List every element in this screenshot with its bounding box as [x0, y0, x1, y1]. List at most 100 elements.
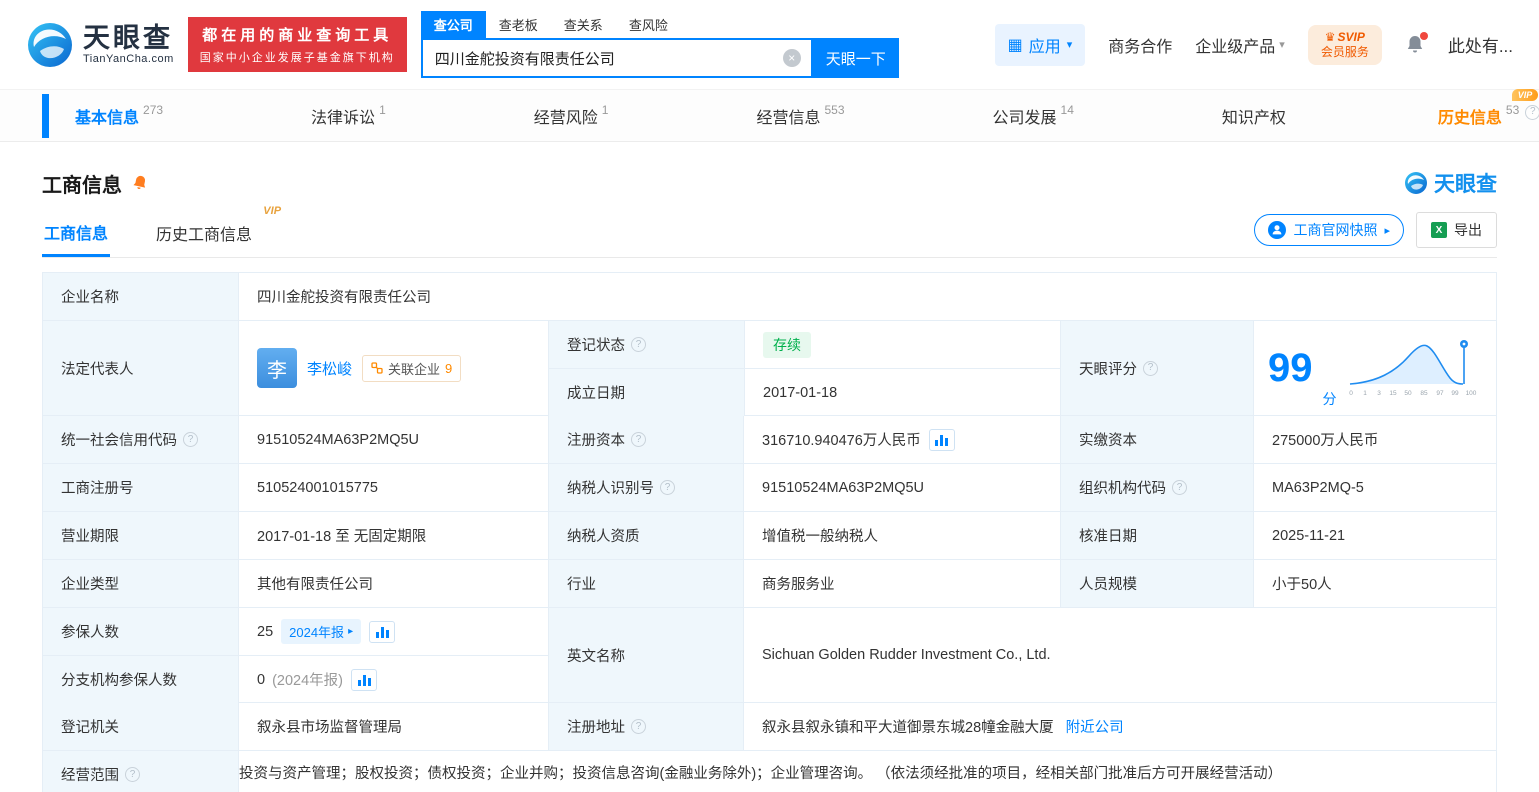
business-coop-link[interactable]: 商务合作: [1108, 33, 1172, 57]
section-brand-name: 天眼查: [1434, 173, 1497, 196]
enterprise-products-link[interactable]: 企业级产品 ▾: [1195, 33, 1285, 57]
help-icon[interactable]: ?: [125, 767, 140, 782]
subtab-history-business-info[interactable]: 历史工商信息 VIP: [154, 205, 281, 257]
svg-text:99: 99: [1451, 390, 1459, 397]
help-icon[interactable]: ?: [631, 719, 646, 734]
field-label-text: 天眼评分: [1079, 361, 1137, 378]
legal-rep-link[interactable]: 李松峻: [307, 358, 352, 379]
branch-insured-chart-icon[interactable]: [351, 668, 377, 691]
field-label: 分支机构参保人数: [43, 656, 238, 703]
tab-count: 553: [824, 102, 845, 117]
search-tab-relation[interactable]: 查关系: [551, 11, 616, 38]
field-label: 营业期限: [43, 512, 238, 559]
score-value: 99: [1268, 346, 1313, 390]
caret-down-icon: ▾: [1279, 39, 1285, 51]
field-label: 工商注册号: [43, 464, 238, 511]
legal-rep-avatar[interactable]: 李: [257, 348, 297, 388]
help-icon[interactable]: ?: [631, 337, 646, 352]
help-icon[interactable]: ?: [1525, 104, 1539, 120]
tab-basic-info[interactable]: 基本信息 273: [75, 102, 164, 128]
field-label-text: 经营范围: [61, 768, 119, 784]
apps-label: 应用: [1028, 38, 1061, 56]
taxpayer-id-value: 91510524MA63P2MQ5U: [743, 464, 1060, 511]
svip-membership-button[interactable]: ♛ SVIP 会员服务: [1307, 24, 1382, 65]
field-label: 参保人数: [43, 608, 238, 655]
promo-line2: 国家中小企业发展子基金旗下机构: [199, 52, 395, 64]
tab-company-development[interactable]: 公司发展 14: [993, 102, 1074, 128]
credit-code-value: 91510524MA63P2MQ5U: [238, 416, 548, 463]
tianyan-score-cell[interactable]: 99 分 0 1 3 15 50 85 97 99 100: [1253, 321, 1496, 415]
annual-report-badge[interactable]: 2024年报 ▸: [281, 619, 362, 644]
search-tab-boss[interactable]: 查老板: [486, 11, 551, 38]
help-icon[interactable]: ?: [631, 432, 646, 447]
insured-chart-icon[interactable]: [369, 620, 396, 643]
capital-chart-icon[interactable]: [928, 428, 955, 451]
export-button[interactable]: X 导出: [1416, 212, 1497, 248]
taxpayer-quality-value: 增值税一般纳税人: [743, 512, 1060, 559]
field-label: 法定代表人: [43, 321, 238, 415]
alarm-bell-icon: [133, 175, 146, 190]
vip-badge: VIP: [1511, 88, 1539, 101]
legal-rep-cell: 李 李松峻 关联企业 9: [238, 321, 548, 415]
search-box: ×: [420, 38, 813, 78]
logo-text: 天眼查 TianYanCha.com: [83, 23, 174, 66]
svg-text:85: 85: [1420, 390, 1428, 397]
clear-search-icon[interactable]: ×: [782, 49, 801, 67]
field-label: 登记状态 ?: [549, 321, 744, 368]
search-tab-company[interactable]: 查公司: [420, 11, 486, 38]
brand-domain: TianYanCha.com: [83, 53, 174, 66]
search-button[interactable]: 天眼一下: [812, 38, 899, 78]
field-label: 登记机关: [43, 703, 238, 750]
svg-text:97: 97: [1436, 390, 1444, 397]
reg-capital-value: 316710.940476万人民币: [762, 433, 921, 449]
insured-count-cell: 25 2024年报 ▸: [238, 608, 548, 655]
related-companies-tag[interactable]: 关联企业 9: [362, 354, 462, 382]
score-unit: 分: [1322, 391, 1337, 407]
promo-banner: 都在用的商业查询工具 国家中小企业发展子基金旗下机构: [187, 17, 407, 72]
tab-count: 14: [1060, 102, 1074, 117]
field-label: 行业: [548, 560, 743, 607]
related-companies-icon: [371, 362, 383, 374]
subtab-label: 历史工商信息: [156, 227, 253, 244]
help-icon[interactable]: ?: [660, 480, 675, 495]
help-icon[interactable]: ?: [1172, 480, 1187, 495]
table-row: 统一社会信用代码 ? 91510524MA63P2MQ5U 注册资本 ? 316…: [43, 415, 1496, 463]
table-row: 法定代表人 李 李松峻 关联企业 9 登记状态 ? 存续 成立日期 2017-0…: [43, 320, 1496, 416]
enterprise-products-label: 企业级产品: [1195, 38, 1276, 56]
field-label: 统一社会信用代码 ?: [43, 416, 238, 463]
export-label: 导出: [1454, 222, 1482, 238]
caret-down-icon: ▾: [1066, 39, 1073, 51]
field-label: 企业名称: [43, 273, 238, 320]
help-icon[interactable]: ?: [183, 432, 198, 447]
help-icon[interactable]: ?: [1143, 360, 1158, 376]
tianyancha-logo[interactable]: 天眼查 TianYanCha.com: [26, 21, 174, 69]
official-snapshot-button[interactable]: 工商官网快照 ▸: [1254, 214, 1404, 246]
tab-count: 1: [379, 102, 386, 117]
tab-count: 273: [143, 102, 164, 117]
logo-swirl-icon: [28, 22, 72, 67]
annual-report-label: 2024年报: [289, 625, 345, 640]
score-curve-chart: 0 1 3 15 50 85 97 99 100: [1349, 340, 1476, 397]
tab-operation-risk[interactable]: 经营风险 1: [534, 103, 609, 128]
tab-legal-litigation[interactable]: 法律诉讼 1: [311, 102, 386, 128]
tab-history-info[interactable]: VIP 历史信息 53 ?: [1437, 88, 1539, 128]
apps-button[interactable]: ▦ 应用 ▾: [994, 23, 1086, 66]
search-input[interactable]: [422, 49, 783, 67]
table-row: 经营范围 ? 投资与资产管理；股权投资；债权投资；企业并购；投资信息咨询(金融业…: [43, 750, 1496, 792]
tab-business-info[interactable]: 经营信息 553: [756, 102, 845, 128]
field-label: 企业类型: [43, 560, 238, 607]
field-label: 纳税人识别号 ?: [548, 464, 743, 511]
tab-intellectual-property[interactable]: 知识产权: [1222, 104, 1290, 128]
paid-capital-value: 275000万人民币: [1253, 416, 1496, 463]
search-tab-risk[interactable]: 查风险: [616, 11, 681, 38]
subtab-business-info[interactable]: 工商信息: [42, 208, 111, 257]
arrow-right-icon: ▸: [1384, 224, 1390, 237]
user-name[interactable]: 此处有...: [1448, 32, 1513, 57]
section-header: 工商信息 天眼查: [0, 142, 1539, 198]
field-label: 成立日期: [549, 369, 744, 416]
logo-swirl-icon: [1405, 172, 1427, 194]
nearby-companies-link[interactable]: 附近公司: [1066, 716, 1124, 737]
tab-label: 历史信息: [1437, 109, 1502, 127]
notification-bell-icon[interactable]: [1405, 31, 1428, 56]
field-label: 纳税人资质: [548, 512, 743, 559]
